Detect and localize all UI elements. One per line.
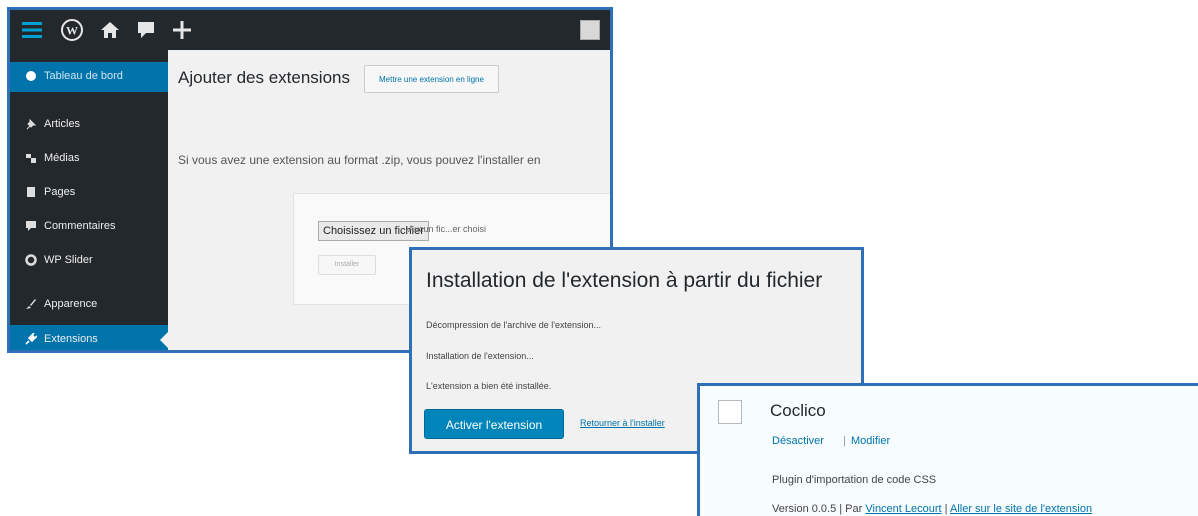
menu-toggle-icon[interactable] bbox=[20, 18, 44, 42]
admin-sidebar: Tableau de bord Articles Médias Pages Co… bbox=[10, 50, 168, 350]
current-menu-arrow bbox=[160, 332, 168, 348]
sidebar-item-label: Articles bbox=[44, 118, 81, 130]
plus-icon[interactable] bbox=[170, 18, 194, 42]
sidebar-item-comments[interactable]: Commentaires bbox=[10, 212, 168, 242]
install-button[interactable]: Installer bbox=[318, 255, 376, 275]
sidebar-item-label: Apparence bbox=[44, 298, 98, 310]
version-text: Version 0.0.5 | Par bbox=[772, 503, 866, 515]
sidebar-item-label: Médias bbox=[44, 152, 80, 164]
sidebar-item-extensions[interactable]: Extensions bbox=[10, 325, 168, 350]
sidebar-item-label: Tableau de bord bbox=[44, 70, 123, 82]
author-link[interactable]: Vincent Lecourt bbox=[865, 503, 941, 515]
sidebar-item-label: Extensions bbox=[44, 333, 98, 345]
install-step: L'extension a bien été installée. bbox=[426, 381, 552, 391]
sidebar-item-label: Commentaires bbox=[44, 220, 116, 232]
wordpress-logo-icon[interactable]: W bbox=[60, 18, 84, 42]
svg-text:W: W bbox=[66, 24, 78, 38]
sidebar-item-medias[interactable]: Médias bbox=[10, 144, 168, 174]
plugin-icon bbox=[25, 332, 38, 345]
media-icon bbox=[25, 152, 37, 164]
comment-icon bbox=[25, 220, 37, 232]
brush-icon bbox=[25, 298, 37, 310]
page-title: Ajouter des extensions bbox=[178, 68, 350, 87]
page-icon bbox=[25, 186, 37, 198]
plugin-name: Coclico bbox=[770, 401, 826, 420]
meta-separator: | bbox=[941, 503, 950, 515]
plugin-row-panel: Coclico Désactiver | Modifier Plugin d'i… bbox=[697, 383, 1198, 516]
avatar[interactable] bbox=[580, 20, 600, 40]
plugin-site-link[interactable]: Aller sur le site de l'extension bbox=[950, 503, 1092, 515]
sidebar-item-pages[interactable]: Pages bbox=[10, 178, 168, 208]
gear-icon bbox=[25, 254, 37, 266]
plugin-select-checkbox[interactable] bbox=[718, 400, 742, 424]
return-to-installer-link[interactable]: Retourner à l'installer bbox=[580, 418, 665, 428]
dashboard-icon bbox=[25, 70, 37, 82]
sidebar-item-label: WP Slider bbox=[44, 254, 93, 266]
plugin-description: Plugin d'importation de code CSS bbox=[772, 474, 937, 486]
pin-icon bbox=[25, 118, 37, 130]
comment-bubble-icon[interactable] bbox=[134, 18, 158, 42]
sidebar-item-articles[interactable]: Articles bbox=[10, 110, 168, 140]
sidebar-item-wp-slider[interactable]: WP Slider bbox=[10, 246, 168, 276]
home-icon[interactable] bbox=[98, 18, 122, 42]
admin-bar: W bbox=[10, 10, 610, 50]
sidebar-item-label: Pages bbox=[44, 186, 76, 198]
deactivate-link[interactable]: Désactiver bbox=[772, 435, 824, 447]
plugin-meta: Version 0.0.5 | Par Vincent Lecourt | Al… bbox=[772, 503, 1092, 515]
install-step: Décompression de l'archive de l'extensio… bbox=[426, 320, 602, 330]
action-separator: | bbox=[843, 435, 846, 447]
file-status: Aucun fic...er choisi bbox=[408, 224, 487, 234]
activate-plugin-button[interactable]: Activer l'extension bbox=[424, 409, 564, 439]
sidebar-item-dashboard[interactable]: Tableau de bord bbox=[10, 62, 168, 92]
install-step: Installation de l'extension... bbox=[426, 351, 534, 361]
edit-link[interactable]: Modifier bbox=[851, 435, 890, 447]
install-title: Installation de l'extension à partir du … bbox=[426, 269, 823, 292]
upload-description: Si vous avez une extension au format .zi… bbox=[178, 153, 541, 167]
upload-plugin-button[interactable]: Mettre une extension en ligne bbox=[364, 65, 499, 93]
sidebar-item-apparence[interactable]: Apparence bbox=[10, 290, 168, 320]
